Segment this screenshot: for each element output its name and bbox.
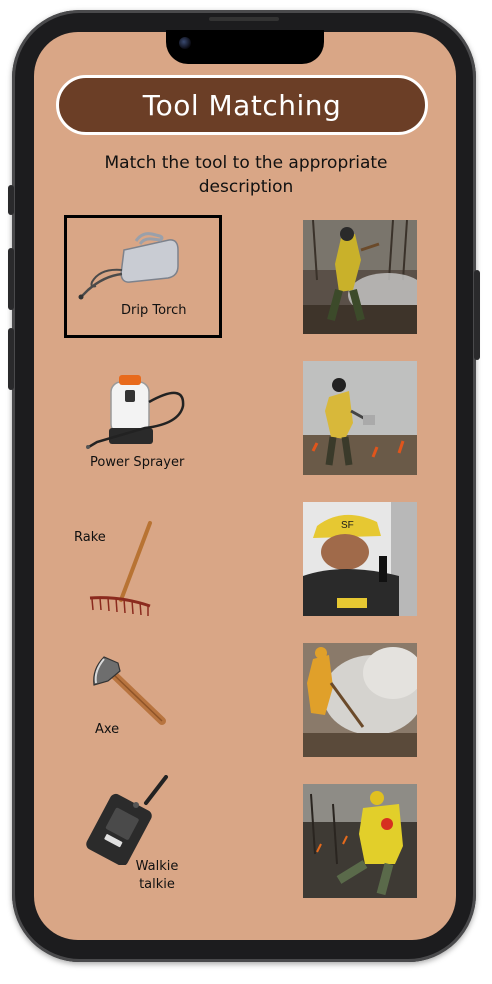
- notch: [166, 30, 324, 64]
- tool-label-walkie-talkie: Walkie talkie: [135, 859, 179, 892]
- photo-firefighter-radio[interactable]: SF: [303, 502, 417, 616]
- svg-text:SF: SF: [341, 520, 354, 531]
- volume-down-button: [8, 328, 14, 390]
- tool-label-power-sprayer: Power Sprayer: [90, 455, 185, 470]
- drip-torch-icon: [78, 232, 179, 300]
- photo-firefighter-rake-smoke[interactable]: [303, 220, 417, 334]
- camera-icon: [179, 37, 191, 49]
- power-button: [474, 270, 480, 360]
- axe-icon[interactable]: [90, 655, 168, 727]
- page-title: Tool Matching: [142, 88, 342, 122]
- photo-firefighter-drip-torch[interactable]: [303, 361, 417, 475]
- instructions-text: Match the tool to the appropriate descri…: [104, 153, 388, 197]
- speaker-grille: [209, 17, 279, 21]
- sprayer-icon[interactable]: [85, 372, 190, 452]
- mute-switch: [8, 185, 14, 215]
- walkie-talkie-icon[interactable]: [86, 775, 172, 865]
- volume-up-button: [8, 248, 14, 310]
- rake-icon[interactable]: [86, 520, 156, 618]
- title-banner: Tool Matching: [56, 75, 428, 135]
- photo-firefighter-sprayer-backpack[interactable]: [303, 784, 417, 898]
- tool-label-axe: Axe: [95, 722, 120, 737]
- tool-label-drip-torch: Drip Torch: [121, 303, 187, 318]
- photo-firefighter-smoke-rake[interactable]: [303, 643, 417, 757]
